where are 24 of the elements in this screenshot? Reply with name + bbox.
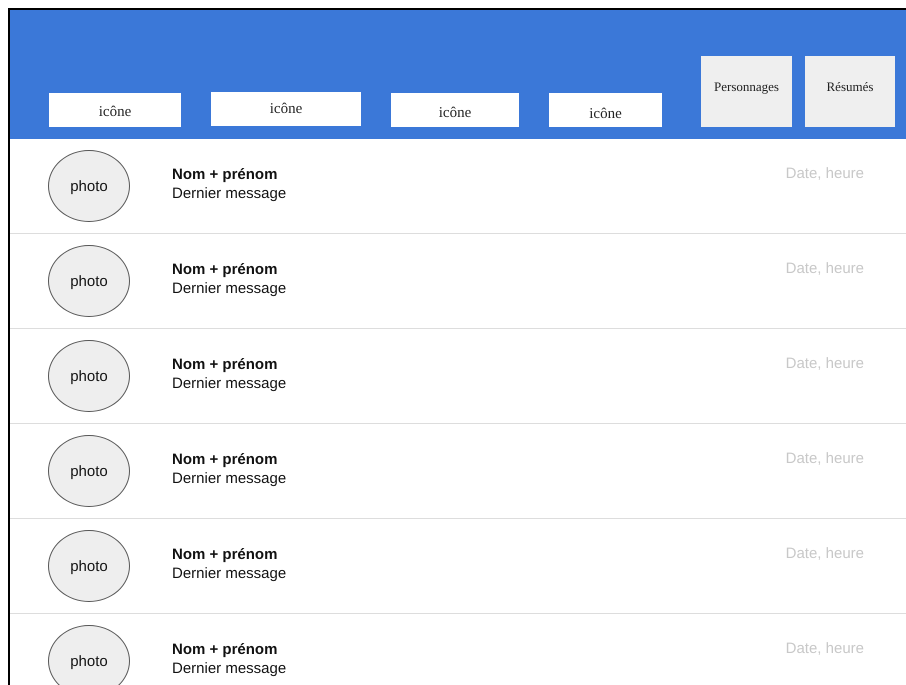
last-message: Dernier message <box>172 184 286 203</box>
nav-button[interactable]: Personnages <box>701 56 792 127</box>
icon-button[interactable]: icône <box>49 93 181 127</box>
last-message: Dernier message <box>172 659 286 678</box>
photo-placeholder: photo <box>48 530 130 602</box>
contact-name: Nom + prénom <box>172 355 278 374</box>
photo-placeholder: photo <box>48 150 130 222</box>
last-message: Dernier message <box>172 279 286 298</box>
icon-button[interactable]: icône <box>549 93 662 127</box>
nav-button[interactable]: Résumés <box>805 56 895 127</box>
photo-placeholder: photo <box>48 435 130 507</box>
contact-name: Nom + prénom <box>172 260 278 279</box>
photo-placeholder: photo <box>48 245 130 317</box>
last-message: Dernier message <box>172 374 286 393</box>
contact-name: Nom + prénom <box>172 545 278 564</box>
contact-name: Nom + prénom <box>172 640 278 659</box>
last-message: Dernier message <box>172 564 286 583</box>
contact-name: Nom + prénom <box>172 450 278 469</box>
contact-name: Nom + prénom <box>172 165 278 184</box>
photo-placeholder: photo <box>48 340 130 412</box>
last-message: Dernier message <box>172 469 286 488</box>
icon-button[interactable]: icône <box>391 93 519 127</box>
icon-button[interactable]: icône <box>211 92 361 126</box>
photo-placeholder: photo <box>48 625 130 685</box>
